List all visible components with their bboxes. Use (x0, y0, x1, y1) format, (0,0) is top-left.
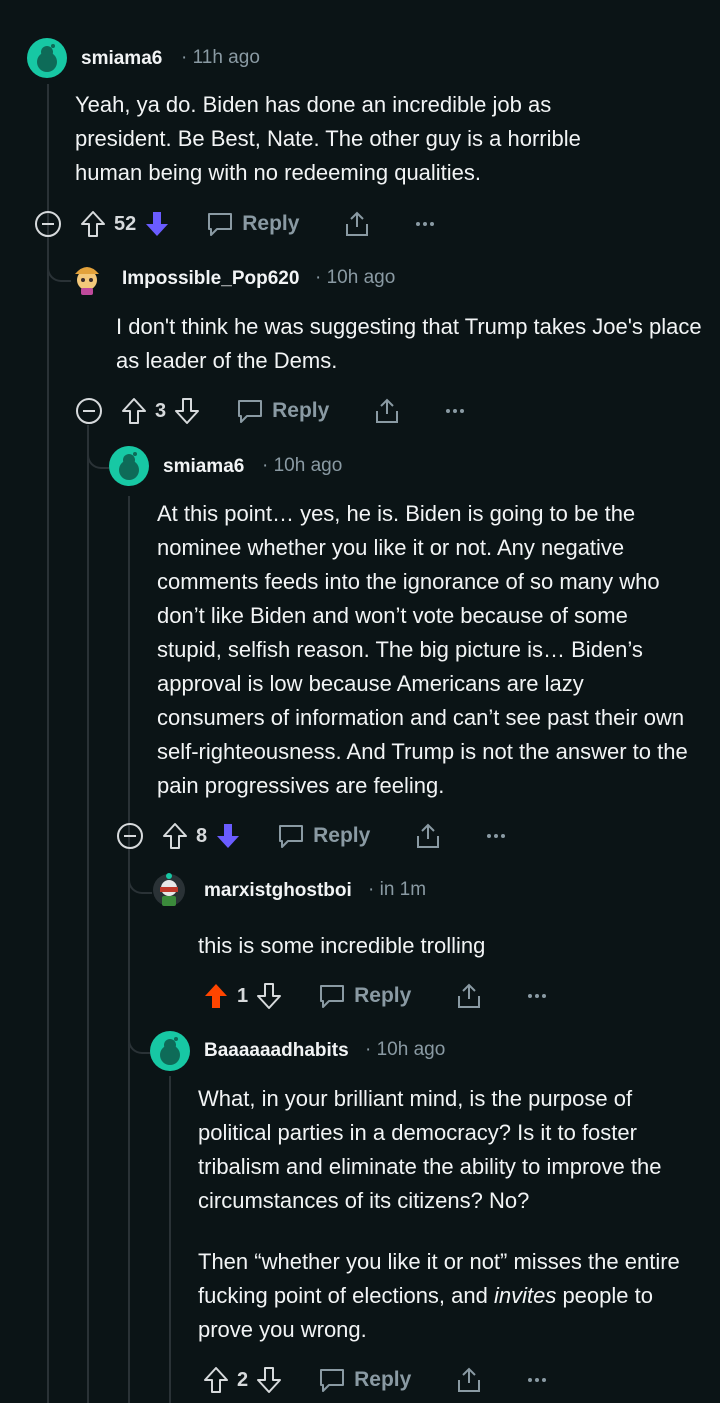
username[interactable]: smiama6 (163, 456, 244, 478)
reply-icon (279, 825, 304, 848)
upvote-icon[interactable] (203, 1366, 229, 1394)
comment-body: Yeah, ya do. Biden has done an incredibl… (75, 88, 635, 190)
upvote-icon[interactable] (121, 397, 147, 425)
thread-line (87, 425, 89, 1403)
reply-icon (208, 213, 233, 236)
vote-count: 1 (237, 984, 249, 1007)
vote-count: 8 (196, 824, 208, 847)
thread-line (47, 84, 49, 1403)
more-options-icon[interactable] (527, 1377, 547, 1383)
share-icon[interactable] (455, 1366, 483, 1394)
timestamp: · 10h ago (315, 267, 396, 288)
more-options-icon[interactable] (527, 993, 547, 999)
username[interactable]: marxistghostboi (204, 880, 352, 902)
collapse-icon[interactable] (34, 210, 62, 238)
downvote-icon[interactable] (256, 1366, 282, 1394)
username[interactable]: Impossible_Pop620 (122, 268, 299, 290)
comment-paragraph: Yeah, ya do. Biden has done an incredibl… (75, 92, 581, 185)
share-icon[interactable] (414, 822, 442, 850)
comment-body: I don't think he was suggesting that Tru… (116, 310, 706, 378)
share-icon[interactable] (343, 210, 371, 238)
timestamp: · in 1m (368, 879, 427, 900)
username[interactable]: Baaaaaadhabits (204, 1040, 349, 1062)
more-options-icon[interactable] (486, 833, 506, 839)
comment-paragraph: What, in your brilliant mind, is the pur… (198, 1086, 662, 1213)
thread-line (169, 1076, 171, 1403)
username[interactable]: smiama6 (81, 48, 162, 70)
emphasized-text: invites (493, 1283, 557, 1308)
comment-body: this is some incredible trolling (198, 929, 698, 963)
reply-button[interactable]: Reply (318, 1366, 411, 1394)
downvote-icon[interactable] (215, 822, 241, 850)
reply-icon (238, 400, 263, 423)
comment-paragraph: Then “whether you like it or not” misses… (198, 1249, 680, 1342)
timestamp: · 10h ago (262, 455, 343, 476)
timestamp: · 11h ago (181, 47, 260, 68)
reply-icon (320, 985, 345, 1008)
more-options-icon[interactable] (415, 221, 435, 227)
vote-count: 52 (114, 212, 137, 235)
comment-paragraph: this is some incredible trolling (198, 933, 486, 958)
upvote-icon[interactable] (203, 982, 229, 1010)
comment-actions: 2 Reply (203, 1360, 547, 1400)
thread-connector (128, 870, 152, 1054)
comment-actions: 1 Reply (203, 976, 547, 1016)
vote-count: 2 (237, 1368, 249, 1391)
comment-actions: 52 Reply (34, 204, 435, 244)
comment-actions: 8 Reply (116, 816, 506, 856)
downvote-icon[interactable] (144, 210, 170, 238)
reply-button[interactable]: Reply (236, 397, 329, 425)
avatar[interactable] (69, 260, 105, 296)
downvote-icon[interactable] (256, 982, 282, 1010)
avatar[interactable] (150, 1031, 190, 1071)
avatar[interactable] (109, 446, 149, 486)
collapse-icon[interactable] (75, 397, 103, 425)
upvote-icon[interactable] (80, 210, 106, 238)
avatar[interactable] (27, 38, 67, 78)
vote-count: 3 (155, 399, 167, 422)
more-options-icon[interactable] (445, 408, 465, 414)
comment-paragraph: At this point… yes, he is. Biden is goin… (157, 501, 688, 798)
comment-body: At this point… yes, he is. Biden is goin… (157, 497, 692, 803)
comment-body: What, in your brilliant mind, is the pur… (198, 1082, 698, 1347)
upvote-icon[interactable] (162, 822, 188, 850)
comment-actions: 3 Reply (75, 391, 465, 431)
thread-connector (87, 425, 111, 469)
comment-paragraph: I don't think he was suggesting that Tru… (116, 314, 702, 373)
reply-button[interactable]: Reply (206, 210, 299, 238)
reply-icon (320, 1369, 345, 1392)
reply-button[interactable]: Reply (318, 982, 411, 1010)
share-icon[interactable] (455, 982, 483, 1010)
thread-connector (47, 240, 71, 282)
timestamp: · 10h ago (365, 1039, 446, 1060)
avatar[interactable] (151, 872, 187, 908)
downvote-icon[interactable] (174, 397, 200, 425)
share-icon[interactable] (373, 397, 401, 425)
reply-button[interactable]: Reply (277, 822, 370, 850)
collapse-icon[interactable] (116, 822, 144, 850)
